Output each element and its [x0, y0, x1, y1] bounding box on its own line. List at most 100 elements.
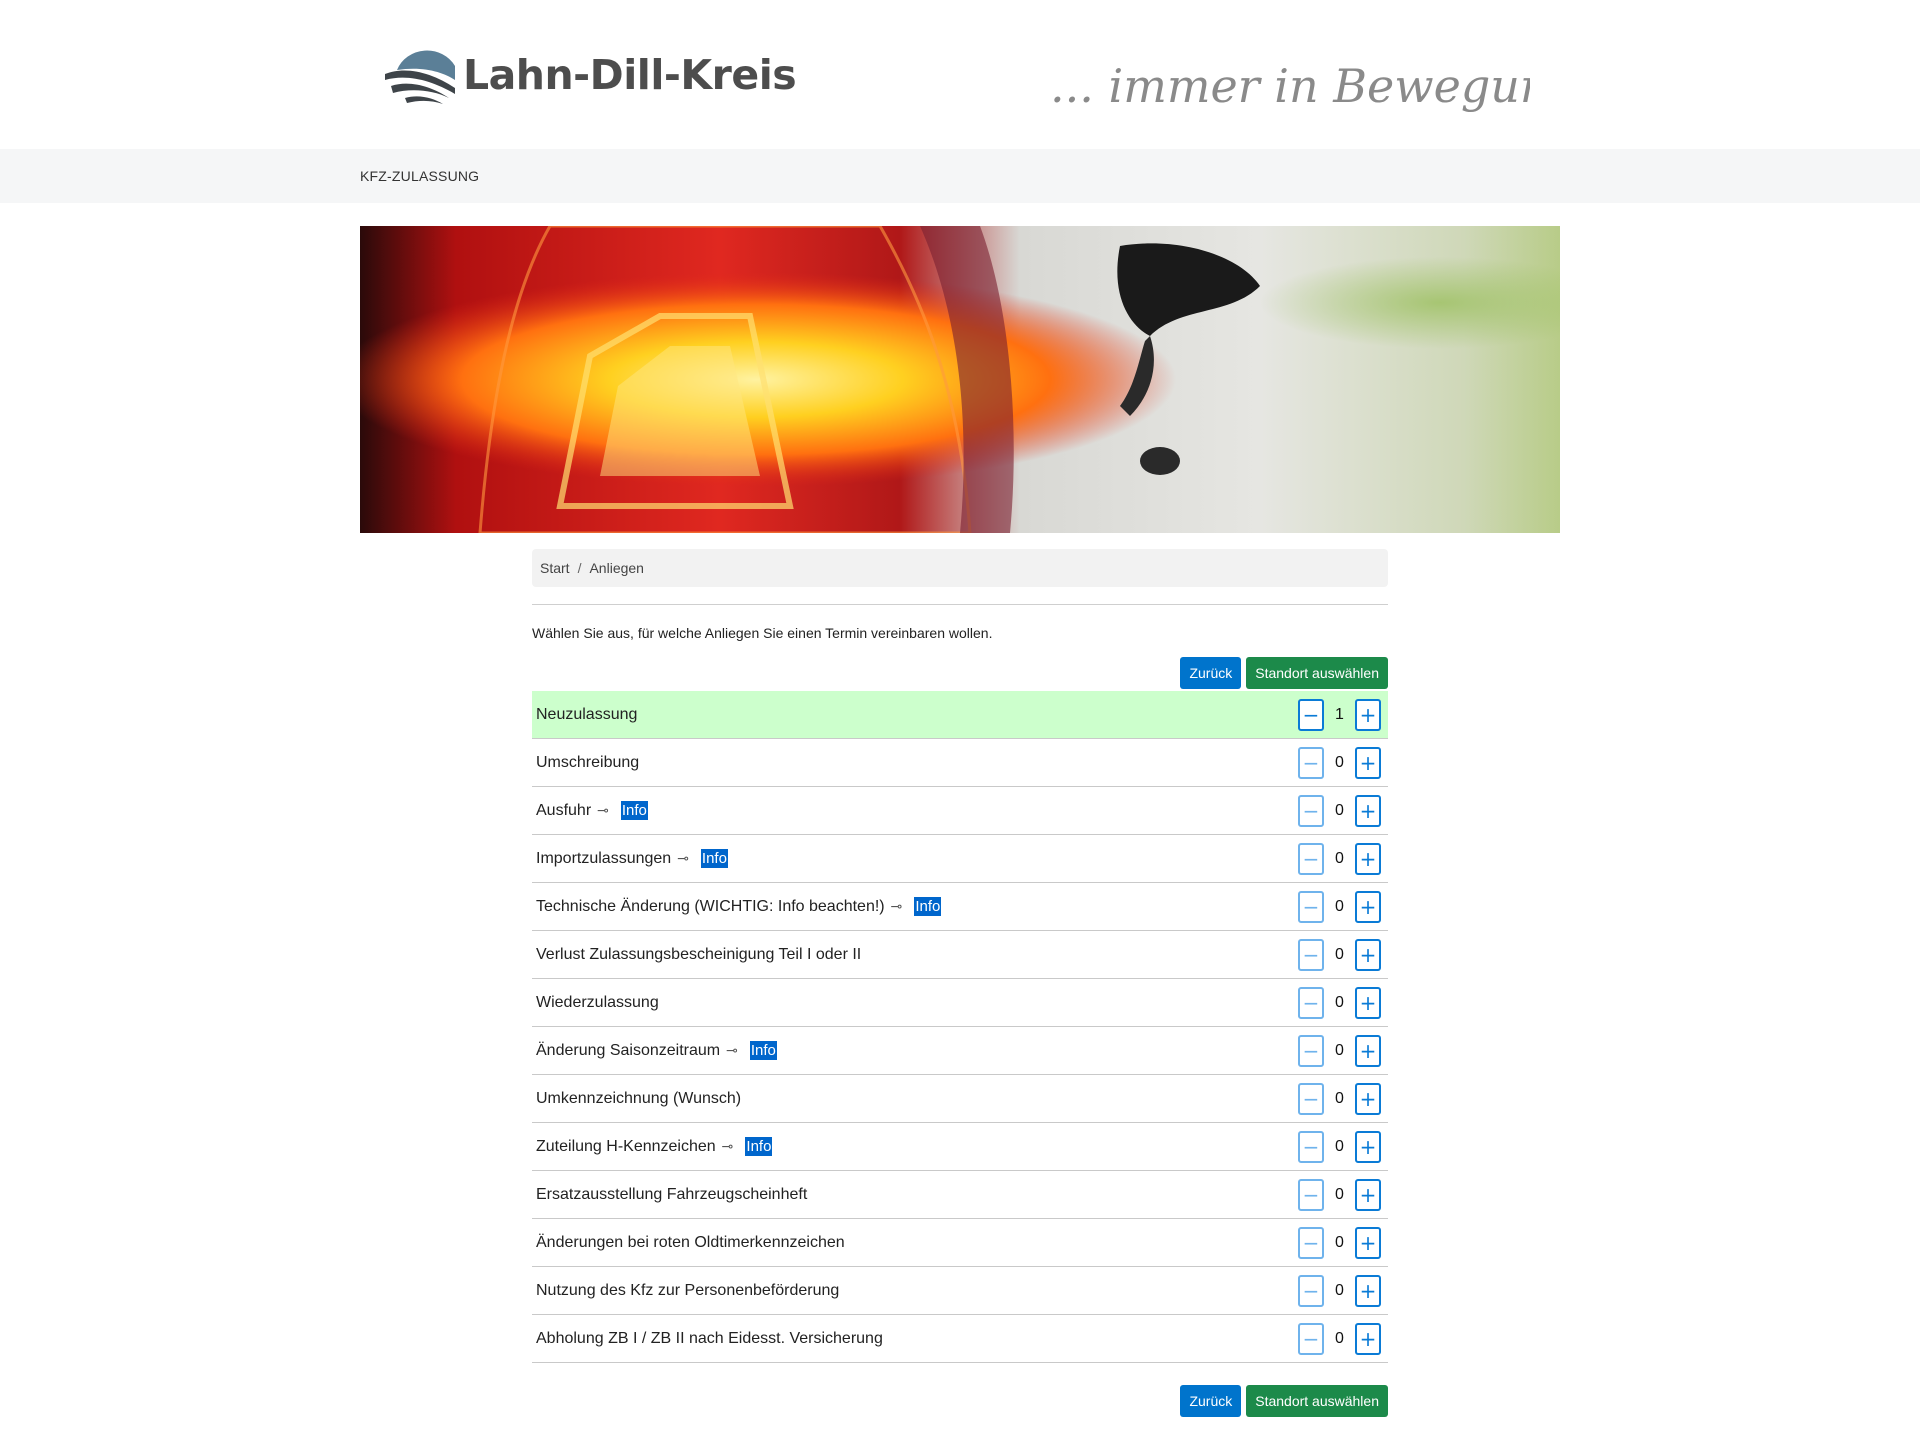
decrement-button[interactable]: −: [1298, 842, 1324, 875]
decrement-button[interactable]: −: [1298, 1178, 1324, 1211]
info-link[interactable]: Info: [914, 897, 942, 916]
service-label: Ersatzausstellung Fahrzeugscheinheft: [536, 1185, 808, 1203]
page-header: Lahn-Dill-Kreis ... immer in Bewegung!: [0, 0, 1920, 149]
decrement-button[interactable]: −: [1298, 1034, 1324, 1067]
service-row: Umkennzeichnung (Wunsch) −0 +: [532, 1075, 1388, 1123]
slogan-image: ... immer in Bewegung!: [1050, 59, 1530, 113]
intro-text: Wählen Sie aus, für welche Anliegen Sie …: [532, 625, 993, 641]
quantity-stepper: −0 +: [1298, 1274, 1381, 1307]
decrement-button[interactable]: −: [1298, 1274, 1324, 1307]
increment-button[interactable]: +: [1355, 890, 1381, 923]
back-button-bottom[interactable]: Zurück: [1180, 1385, 1242, 1417]
service-row: Nutzung des Kfz zur Personenbeförderung −…: [532, 1267, 1388, 1315]
increment-button[interactable]: +: [1355, 698, 1381, 731]
increment-button[interactable]: +: [1355, 1178, 1381, 1211]
select-location-button[interactable]: Standort auswählen: [1246, 657, 1388, 689]
nav-link-kfz-zulassung[interactable]: KFZ-ZULASSUNG: [360, 168, 479, 184]
quantity-value: 0: [1335, 801, 1344, 819]
service-label-group: Verlust Zulassungsbescheinigung Teil I o…: [536, 946, 861, 964]
increment-button[interactable]: +: [1355, 842, 1381, 875]
service-label-group: Umkennzeichnung (Wunsch): [536, 1090, 741, 1108]
quantity-stepper: −0 +: [1298, 938, 1381, 971]
decrement-button[interactable]: −: [1298, 698, 1324, 731]
decrement-button[interactable]: −: [1298, 746, 1324, 779]
service-label: Nutzung des Kfz zur Personenbeförderung: [536, 1281, 840, 1299]
quantity-value: 0: [1335, 993, 1344, 1011]
increment-button[interactable]: +: [1355, 1130, 1381, 1163]
service-label-group: Wiederzulassung: [536, 994, 659, 1012]
info-link[interactable]: Info: [749, 1041, 777, 1060]
service-label: Importzulassungen: [536, 849, 672, 867]
arrow-icon: ⊸: [677, 850, 689, 866]
increment-button[interactable]: +: [1355, 1274, 1381, 1307]
quantity-value: 0: [1335, 1329, 1344, 1347]
service-label: Wiederzulassung: [536, 993, 659, 1011]
increment-button[interactable]: +: [1355, 1322, 1381, 1355]
hero-banner-image: [360, 226, 1560, 533]
increment-button[interactable]: +: [1355, 1034, 1381, 1067]
service-row: Wiederzulassung −0 +: [532, 979, 1388, 1027]
quantity-stepper: −0 +: [1298, 986, 1381, 1019]
service-row: Änderungen bei roten Oldtimerkennzeichen…: [532, 1219, 1388, 1267]
service-label: Änderung Saisonzeitraum: [536, 1041, 721, 1059]
quantity-stepper: −0 +: [1298, 794, 1381, 827]
quantity-value: 1: [1335, 705, 1344, 723]
quantity-value: 0: [1335, 1041, 1344, 1059]
decrement-button[interactable]: −: [1298, 1130, 1324, 1163]
decrement-button[interactable]: −: [1298, 794, 1324, 827]
quantity-value: 0: [1335, 1233, 1344, 1251]
service-label-group: Ersatzausstellung Fahrzeugscheinheft: [536, 1186, 807, 1204]
action-buttons-bottom: Zurück Standort auswählen: [532, 1385, 1388, 1417]
service-label-group: Nutzung des Kfz zur Personenbeförderung: [536, 1282, 839, 1300]
service-label-group: Zuteilung H-Kennzeichen ⊸ Info: [536, 1137, 773, 1156]
info-link[interactable]: Info: [700, 849, 728, 868]
breadcrumb-current: Anliegen: [589, 560, 644, 576]
decrement-button[interactable]: −: [1298, 1322, 1324, 1355]
decrement-button[interactable]: −: [1298, 1226, 1324, 1259]
service-row: Änderung Saisonzeitraum ⊸ Info −0 +: [532, 1027, 1388, 1075]
quantity-stepper: −0 +: [1298, 1322, 1381, 1355]
service-label: Umschreibung: [536, 753, 640, 771]
back-button[interactable]: Zurück: [1180, 657, 1242, 689]
quantity-value: 0: [1335, 1137, 1344, 1155]
decrement-button[interactable]: −: [1298, 938, 1324, 971]
service-label-group: Ausfuhr ⊸ Info: [536, 801, 648, 820]
info-link[interactable]: Info: [745, 1137, 773, 1156]
service-row: Verlust Zulassungsbescheinigung Teil I o…: [532, 931, 1388, 979]
decrement-button[interactable]: −: [1298, 986, 1324, 1019]
decrement-button[interactable]: −: [1298, 1082, 1324, 1115]
quantity-stepper: −0 +: [1298, 1082, 1381, 1115]
arrow-icon: ⊸: [726, 1042, 738, 1058]
quantity-stepper: −0 +: [1298, 746, 1381, 779]
arrow-icon: ⊸: [721, 1138, 734, 1154]
service-label: Ausfuhr: [536, 801, 592, 819]
service-row: Importzulassungen ⊸ Info −0 +: [532, 835, 1388, 883]
increment-button[interactable]: +: [1355, 794, 1381, 827]
service-label: Verlust Zulassungsbescheinigung Teil I o…: [536, 945, 862, 963]
service-label-group: Änderungen bei roten Oldtimerkennzeichen: [536, 1234, 845, 1252]
service-label-group: Umschreibung: [536, 754, 639, 772]
service-label: Änderungen bei roten Oldtimerkennzeichen: [536, 1233, 845, 1251]
quantity-value: 0: [1335, 849, 1344, 867]
tail-light-photo: [360, 226, 1560, 533]
select-location-button-bottom[interactable]: Standort auswählen: [1246, 1385, 1388, 1417]
logo-mark-icon: [385, 50, 455, 104]
service-row: Ersatzausstellung Fahrzeugscheinheft −0 +: [532, 1171, 1388, 1219]
increment-button[interactable]: +: [1355, 986, 1381, 1019]
quantity-stepper: −0 +: [1298, 842, 1381, 875]
info-link[interactable]: Info: [620, 801, 648, 820]
svg-text:... immer in Bewegung!: ... immer in Bewegung!: [1050, 59, 1530, 113]
increment-button[interactable]: +: [1355, 1226, 1381, 1259]
decrement-button[interactable]: −: [1298, 890, 1324, 923]
increment-button[interactable]: +: [1355, 1082, 1381, 1115]
breadcrumb-separator: /: [577, 560, 582, 576]
site-logo[interactable]: Lahn-Dill-Kreis: [383, 36, 797, 108]
breadcrumb-start-link[interactable]: Start: [540, 560, 570, 576]
breadcrumb: Start / Anliegen: [532, 549, 1388, 587]
action-buttons-top: Zurück Standort auswählen: [532, 657, 1388, 689]
quantity-stepper: −0 +: [1298, 1178, 1381, 1211]
increment-button[interactable]: +: [1355, 746, 1381, 779]
quantity-value: 0: [1335, 1089, 1344, 1107]
increment-button[interactable]: +: [1355, 938, 1381, 971]
quantity-value: 0: [1335, 897, 1344, 915]
